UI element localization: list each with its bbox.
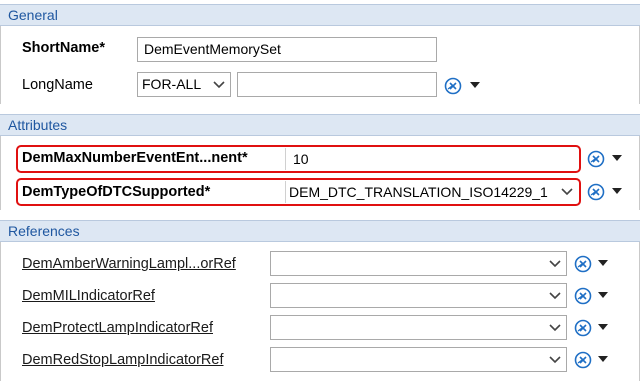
dropdown-arrow-icon[interactable] (612, 155, 622, 163)
clear-icon[interactable] (587, 183, 605, 201)
clear-icon[interactable] (574, 319, 592, 337)
dropdown-arrow-icon[interactable] (598, 260, 608, 268)
dropdown-arrow-icon[interactable] (470, 82, 480, 90)
short-name-label: ShortName* (22, 40, 105, 56)
reference-label-red-stop-lamp[interactable]: DemRedStopLampIndicatorRef (22, 352, 224, 368)
dropdown-arrow-icon[interactable] (598, 324, 608, 332)
clear-icon[interactable] (444, 77, 462, 95)
reference-select-protect-lamp[interactable] (270, 315, 567, 340)
chevron-down-icon (548, 316, 562, 339)
chevron-down-icon (548, 252, 562, 275)
references-section-header[interactable]: References (0, 220, 640, 242)
dtc-type-select[interactable]: DEM_DTC_TRANSLATION_ISO14229_1 (287, 181, 578, 203)
long-name-language-select[interactable]: FOR-ALL (137, 72, 231, 97)
reference-label-mil-indicator[interactable]: DemMILIndicatorRef (22, 288, 155, 304)
chevron-down-icon (548, 284, 562, 307)
chevron-down-icon (548, 348, 562, 371)
reference-label-protect-lamp[interactable]: DemProtectLampIndicatorRef (22, 320, 213, 336)
chevron-down-icon (560, 181, 574, 203)
attributes-section-header[interactable]: Attributes (0, 114, 640, 136)
dropdown-arrow-icon[interactable] (612, 188, 622, 196)
dropdown-arrow-icon[interactable] (598, 356, 608, 364)
dtc-type-value: DEM_DTC_TRANSLATION_ISO14229_1 (289, 184, 548, 200)
references-frame-left (0, 242, 1, 381)
reference-select-red-stop-lamp[interactable] (270, 347, 567, 372)
attributes-frame-left (0, 136, 1, 210)
max-events-label: DemMaxNumberEventEnt...nent* (22, 150, 248, 166)
reference-select-mil-indicator[interactable] (270, 283, 567, 308)
short-name-input[interactable]: DemEventMemorySet (137, 37, 437, 62)
max-events-separator (285, 148, 286, 170)
dropdown-arrow-icon[interactable] (598, 292, 608, 300)
clear-icon[interactable] (574, 255, 592, 273)
max-events-input[interactable]: 10 (287, 148, 577, 170)
general-section-header[interactable]: General (0, 4, 640, 26)
dtc-type-label: DemTypeOfDTCSupported* (22, 184, 211, 200)
clear-icon[interactable] (574, 351, 592, 369)
reference-label-amber-warning[interactable]: DemAmberWarningLampl...orRef (22, 256, 236, 272)
long-name-input[interactable] (237, 72, 437, 97)
chevron-down-icon (212, 73, 226, 96)
long-name-label: LongName (22, 77, 93, 93)
general-frame-left (0, 26, 1, 104)
dtc-type-separator (285, 181, 286, 203)
clear-icon[interactable] (587, 150, 605, 168)
clear-icon[interactable] (574, 287, 592, 305)
reference-select-amber-warning[interactable] (270, 251, 567, 276)
long-name-language-value: FOR-ALL (142, 76, 202, 92)
